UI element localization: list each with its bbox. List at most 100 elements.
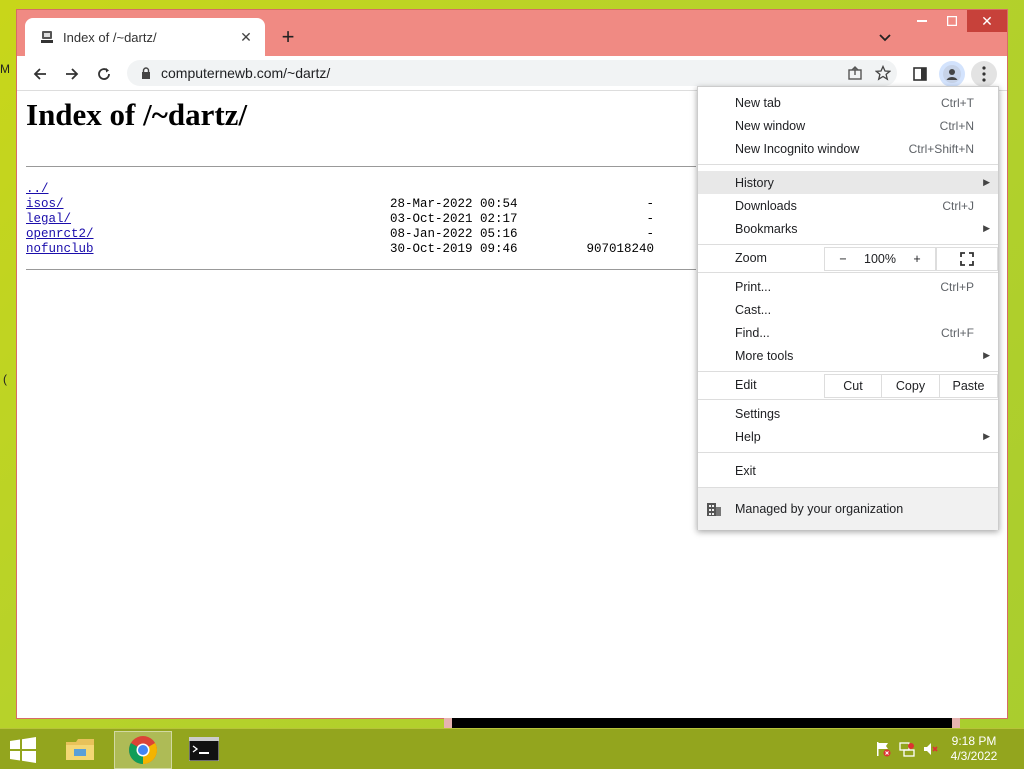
managed-by-org-item[interactable]: Managed by your organization	[698, 487, 998, 530]
menu-item-help[interactable]: Help ▶	[698, 425, 998, 448]
bookmark-star-icon[interactable]	[869, 60, 897, 86]
menu-item-label: Cast...	[735, 302, 772, 317]
tab-strip: Index of /~dartz/ ✕ + ✕	[17, 10, 1007, 56]
windows-start-icon[interactable]	[8, 737, 38, 763]
divider	[26, 166, 696, 167]
file-explorer-icon[interactable]	[52, 731, 108, 767]
menu-shortcut: Ctrl+T	[941, 95, 974, 110]
menu-item-label: Help	[735, 429, 761, 444]
desktop-icon-fragment: (	[3, 372, 7, 386]
menu-separator	[698, 399, 998, 400]
maximize-button[interactable]	[937, 10, 967, 32]
parent-directory-link[interactable]: ../	[26, 182, 49, 196]
network-icon[interactable]	[898, 741, 916, 757]
zoom-out-button[interactable]: −	[825, 252, 861, 266]
action-center-flag-icon[interactable]	[874, 741, 892, 757]
tab-search-icon[interactable]	[875, 28, 895, 48]
chrome-menu: New tab Ctrl+T New window Ctrl+N New Inc…	[697, 86, 999, 530]
system-clock[interactable]: 9:18 PM 4/3/2022	[944, 734, 1004, 764]
entry-date: 28-Mar-2022 00:54	[390, 197, 518, 211]
entry-date: 30-Oct-2019 09:46	[390, 242, 518, 256]
profile-avatar-icon[interactable]	[939, 61, 965, 87]
entry-link-openrct2[interactable]: openrct2/	[26, 227, 94, 241]
entry-date: 08-Jan-2022 05:16	[390, 227, 518, 241]
menu-item-exit[interactable]: Exit	[698, 459, 998, 482]
tab-title: Index of /~dartz/	[63, 29, 157, 45]
menu-item-find[interactable]: Find... Ctrl+F	[698, 321, 998, 344]
fullscreen-icon[interactable]	[936, 247, 998, 271]
menu-item-history[interactable]: History ▶	[698, 171, 998, 194]
entry-link-legal[interactable]: legal/	[26, 212, 71, 226]
url-text[interactable]: computernewb.com/~dartz/	[161, 65, 841, 81]
back-icon[interactable]	[27, 61, 53, 87]
chrome-menu-icon[interactable]	[971, 61, 997, 87]
menu-item-downloads[interactable]: Downloads Ctrl+J	[698, 194, 998, 217]
edit-row: Edit Cut Copy Paste	[698, 374, 998, 398]
menu-item-label: More tools	[735, 348, 794, 363]
edit-label: Edit	[735, 378, 757, 392]
menu-shortcut: Ctrl+J	[942, 198, 974, 213]
menu-item-label: New Incognito window	[735, 141, 860, 156]
minimize-button[interactable]	[907, 10, 937, 32]
zoom-in-button[interactable]: +	[899, 252, 935, 266]
clock-date: 4/3/2022	[950, 749, 998, 763]
menu-shortcut: Ctrl+Shift+N	[908, 141, 974, 156]
managed-label: Managed by your organization	[735, 502, 904, 516]
menu-item-label: Downloads	[735, 198, 797, 213]
volume-muted-icon[interactable]	[922, 741, 940, 757]
copy-button[interactable]: Copy	[881, 374, 940, 398]
reload-icon[interactable]	[91, 61, 117, 87]
menu-item-label: Exit	[735, 463, 756, 478]
menu-item-cast[interactable]: Cast...	[698, 298, 998, 321]
new-tab-button[interactable]: +	[275, 24, 301, 50]
menu-item-more-tools[interactable]: More tools ▶	[698, 344, 998, 367]
menu-separator	[698, 452, 998, 453]
tab-close-icon[interactable]: ✕	[237, 28, 255, 46]
forward-icon[interactable]	[59, 61, 85, 87]
directory-listing: ../ isos/ 28-Mar-2022 00:54 - legal/ 03-…	[26, 182, 686, 257]
submenu-arrow-icon: ▶	[983, 431, 990, 441]
entry-link-isos[interactable]: isos/	[26, 197, 64, 211]
entry-link-nofunclub[interactable]: nofunclub	[26, 242, 94, 256]
menu-item-label: New tab	[735, 95, 781, 110]
taskbar: 9:18 PM 4/3/2022	[0, 728, 1024, 769]
command-prompt-icon[interactable]	[176, 731, 232, 767]
cut-button[interactable]: Cut	[824, 374, 882, 398]
active-tab[interactable]: Index of /~dartz/ ✕	[25, 18, 265, 56]
address-bar[interactable]: computernewb.com/~dartz/	[127, 60, 897, 86]
menu-item-label: History	[735, 175, 774, 190]
list-item: openrct2/ 08-Jan-2022 05:16 -	[26, 227, 686, 242]
zoom-controls: − 100% +	[824, 247, 936, 271]
menu-separator	[698, 164, 998, 165]
menu-item-label: New window	[735, 118, 806, 133]
list-item: isos/ 28-Mar-2022 00:54 -	[26, 197, 686, 212]
lock-icon[interactable]	[139, 66, 153, 80]
menu-separator	[698, 371, 998, 372]
paste-button[interactable]: Paste	[939, 374, 998, 398]
zoom-row: Zoom − 100% +	[698, 247, 998, 271]
menu-item-new-window[interactable]: New window Ctrl+N	[698, 114, 998, 137]
menu-item-label: Print...	[735, 279, 772, 294]
close-window-button[interactable]: ✕	[967, 10, 1007, 32]
menu-item-new-tab[interactable]: New tab Ctrl+T	[698, 91, 998, 114]
menu-item-settings[interactable]: Settings	[698, 402, 998, 425]
page-favicon-icon	[39, 29, 55, 45]
menu-item-print[interactable]: Print... Ctrl+P	[698, 275, 998, 298]
menu-item-label: Find...	[735, 325, 770, 340]
clock-time: 9:18 PM	[951, 734, 997, 748]
menu-item-label: Bookmarks	[735, 221, 798, 236]
chrome-icon[interactable]	[114, 731, 172, 769]
list-item: nofunclub 30-Oct-2019 09:46 907018240	[26, 242, 686, 257]
menu-separator	[698, 244, 998, 245]
share-icon[interactable]	[841, 60, 869, 86]
menu-item-bookmarks[interactable]: Bookmarks ▶	[698, 217, 998, 240]
entry-size: -	[646, 227, 654, 241]
building-icon	[706, 501, 722, 520]
submenu-arrow-icon: ▶	[983, 177, 990, 187]
side-panel-icon[interactable]	[907, 61, 933, 87]
entry-size: -	[646, 197, 654, 211]
menu-shortcut: Ctrl+P	[940, 279, 974, 294]
menu-shortcut: Ctrl+N	[939, 118, 974, 133]
menu-item-incognito[interactable]: New Incognito window Ctrl+Shift+N	[698, 137, 998, 160]
submenu-arrow-icon: ▶	[983, 223, 990, 233]
